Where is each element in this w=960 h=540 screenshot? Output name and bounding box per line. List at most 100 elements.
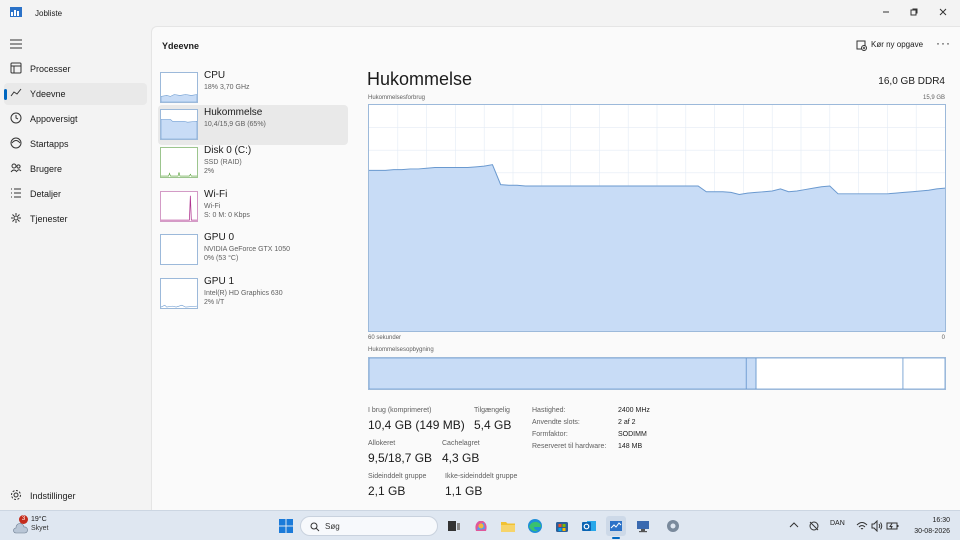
composition-label: Hukommelsesopbygning	[368, 347, 434, 353]
sidebar: Processer Ydeevne Appoversigt Startapps …	[0, 26, 151, 510]
maximize-button[interactable]	[899, 3, 929, 21]
paged-pool-value: 2,1 GB	[368, 484, 406, 498]
reserved-key: Reserveret til hardware:	[532, 443, 607, 450]
slots-key: Anvendte slots:	[532, 419, 580, 426]
gpu1-thumbnail-graph	[160, 278, 198, 309]
in-use-label: I brug (komprimeret)	[368, 407, 432, 414]
reserved-value: 148 MB	[618, 443, 643, 450]
committed-value: 9,5/18,7 GB	[368, 451, 433, 465]
store-icon[interactable]	[552, 516, 572, 536]
search-placeholder: Søg	[325, 522, 340, 531]
device-item-cpu[interactable]: CPU 18% 3,70 GHz	[158, 68, 348, 108]
memory-composition-bar	[368, 357, 946, 390]
paged-pool-label: Sideinddelt gruppe	[368, 473, 427, 480]
page-title: Ydeevne	[162, 41, 200, 51]
sidebar-item-label: Brugere	[30, 164, 63, 174]
volume-icon[interactable]	[871, 520, 883, 532]
sidebar-item-processes[interactable]: Processer	[4, 58, 147, 80]
sidebar-item-app-history[interactable]: Appoversigt	[4, 108, 147, 130]
close-icon	[939, 8, 947, 16]
outlook-icon[interactable]	[579, 516, 599, 536]
battery-charging-icon[interactable]	[886, 520, 900, 532]
cached-label: Cachelagret	[442, 440, 480, 447]
close-button[interactable]	[928, 3, 958, 21]
wifi-icon[interactable]	[856, 520, 868, 532]
memory-capacity: 16,0 GB DDR4	[878, 76, 945, 87]
minimize-button[interactable]	[871, 3, 901, 21]
device-item-gpu1[interactable]: GPU 1 Intel(R) HD Graphics 630 2% I/T	[158, 274, 348, 314]
sidebar-item-services[interactable]: Tjenester	[4, 208, 147, 230]
users-icon	[10, 163, 22, 173]
composition-standby	[755, 358, 904, 389]
composition-free	[902, 358, 945, 389]
weather-condition: Skyet	[31, 525, 49, 532]
device-item-gpu0[interactable]: GPU 0 NVIDIA GeForce GTX 1050 0% (53 °C)	[158, 230, 348, 270]
device-name: GPU 1	[204, 276, 235, 287]
notification-badge: 3	[19, 515, 28, 524]
settings-label: Indstillinger	[30, 491, 76, 501]
more-options-button[interactable]: ···	[936, 36, 951, 50]
gpu0-thumbnail-graph	[160, 234, 198, 265]
edge-icon[interactable]	[525, 516, 545, 536]
performance-icon	[10, 88, 22, 97]
clock[interactable]: 16:30 30-08-2026	[914, 515, 950, 537]
clock-time: 16:30	[932, 517, 950, 524]
device-item-disk[interactable]: Disk 0 (C:) SSD (RAID) 2%	[158, 143, 348, 183]
memory-thumbnail-graph	[160, 109, 198, 140]
clock-date: 30-08-2026	[914, 528, 950, 535]
restore-icon	[910, 8, 918, 16]
active-indicator	[4, 89, 7, 100]
chevron-up-icon[interactable]	[789, 521, 799, 529]
run-task-icon	[856, 40, 867, 51]
language-indicator[interactable]: DAN	[830, 520, 845, 527]
time-axis-right: 0	[941, 335, 945, 341]
composition-in-use	[369, 358, 747, 389]
available-label: Tilgængelig	[474, 407, 510, 414]
device-sub: Intel(R) HD Graphics 630	[204, 290, 283, 297]
sidebar-item-details[interactable]: Detaljer	[4, 183, 147, 205]
device-item-wifi[interactable]: Wi-Fi Wi-Fi S: 0 M: 0 Kbps	[158, 187, 348, 227]
task-view-icon[interactable]	[444, 516, 464, 536]
detail-title: Hukommelse	[367, 69, 473, 89]
cached-value: 4,3 GB	[442, 451, 480, 465]
sidebar-item-label: Startapps	[30, 139, 69, 149]
weather-widget[interactable]: 3 19°C Skyet	[10, 515, 70, 537]
speed-key: Hastighed:	[532, 407, 566, 414]
device-item-memory[interactable]: Hukommelse 10,4/15,9 GB (65%)	[158, 105, 348, 145]
composition-modified	[745, 358, 757, 389]
minimize-icon	[883, 11, 889, 13]
nonpaged-pool-label: Ikke-sideinddelt gruppe	[445, 473, 518, 480]
nonpaged-pool-value: 1,1 GB	[445, 484, 483, 498]
sidebar-item-label: Appoversigt	[30, 114, 78, 124]
sidebar-item-label: Detaljer	[30, 189, 62, 199]
remote-desktop-icon[interactable]	[633, 516, 653, 536]
location-off-icon[interactable]	[808, 520, 820, 532]
slots-value: 2 af 2	[618, 419, 636, 426]
copilot-icon[interactable]	[471, 516, 491, 536]
search-icon	[310, 522, 320, 532]
form-factor-value: SODIMM	[618, 431, 647, 438]
device-name: Hukommelse	[204, 107, 263, 118]
device-sub: 18% 3,70 GHz	[204, 84, 250, 91]
device-sub: 2%	[204, 168, 215, 175]
start-icon[interactable]	[276, 516, 296, 536]
gear-icon	[11, 490, 21, 500]
device-sub: 0% (53 °C)	[204, 255, 239, 262]
file-explorer-icon[interactable]	[498, 516, 518, 536]
main-panel: Ydeevne Kør ny opgave ··· CPU 18% 3,70 G…	[151, 26, 960, 510]
device-name: Disk 0 (C:)	[204, 145, 252, 156]
run-new-task-button[interactable]: Kør ny opgave	[854, 38, 926, 54]
device-name: CPU	[204, 70, 226, 81]
active-app-indicator	[612, 537, 620, 539]
sidebar-item-users[interactable]: Brugere	[4, 158, 147, 180]
settings-app-icon[interactable]	[663, 516, 683, 536]
sidebar-item-performance[interactable]: Ydeevne	[4, 83, 147, 105]
cloud-icon	[13, 523, 28, 534]
sidebar-item-startup-apps[interactable]: Startapps	[4, 133, 147, 155]
task-manager-icon[interactable]	[606, 516, 626, 536]
taskbar: 3 19°C Skyet Søg DAN 16:30 30-08-2026	[0, 510, 960, 540]
window-title: Jobliste	[35, 9, 63, 18]
hamburger-menu-icon[interactable]	[10, 39, 22, 49]
sidebar-item-settings[interactable]: Indstillinger	[4, 486, 147, 506]
search-input[interactable]: Søg	[300, 516, 438, 536]
